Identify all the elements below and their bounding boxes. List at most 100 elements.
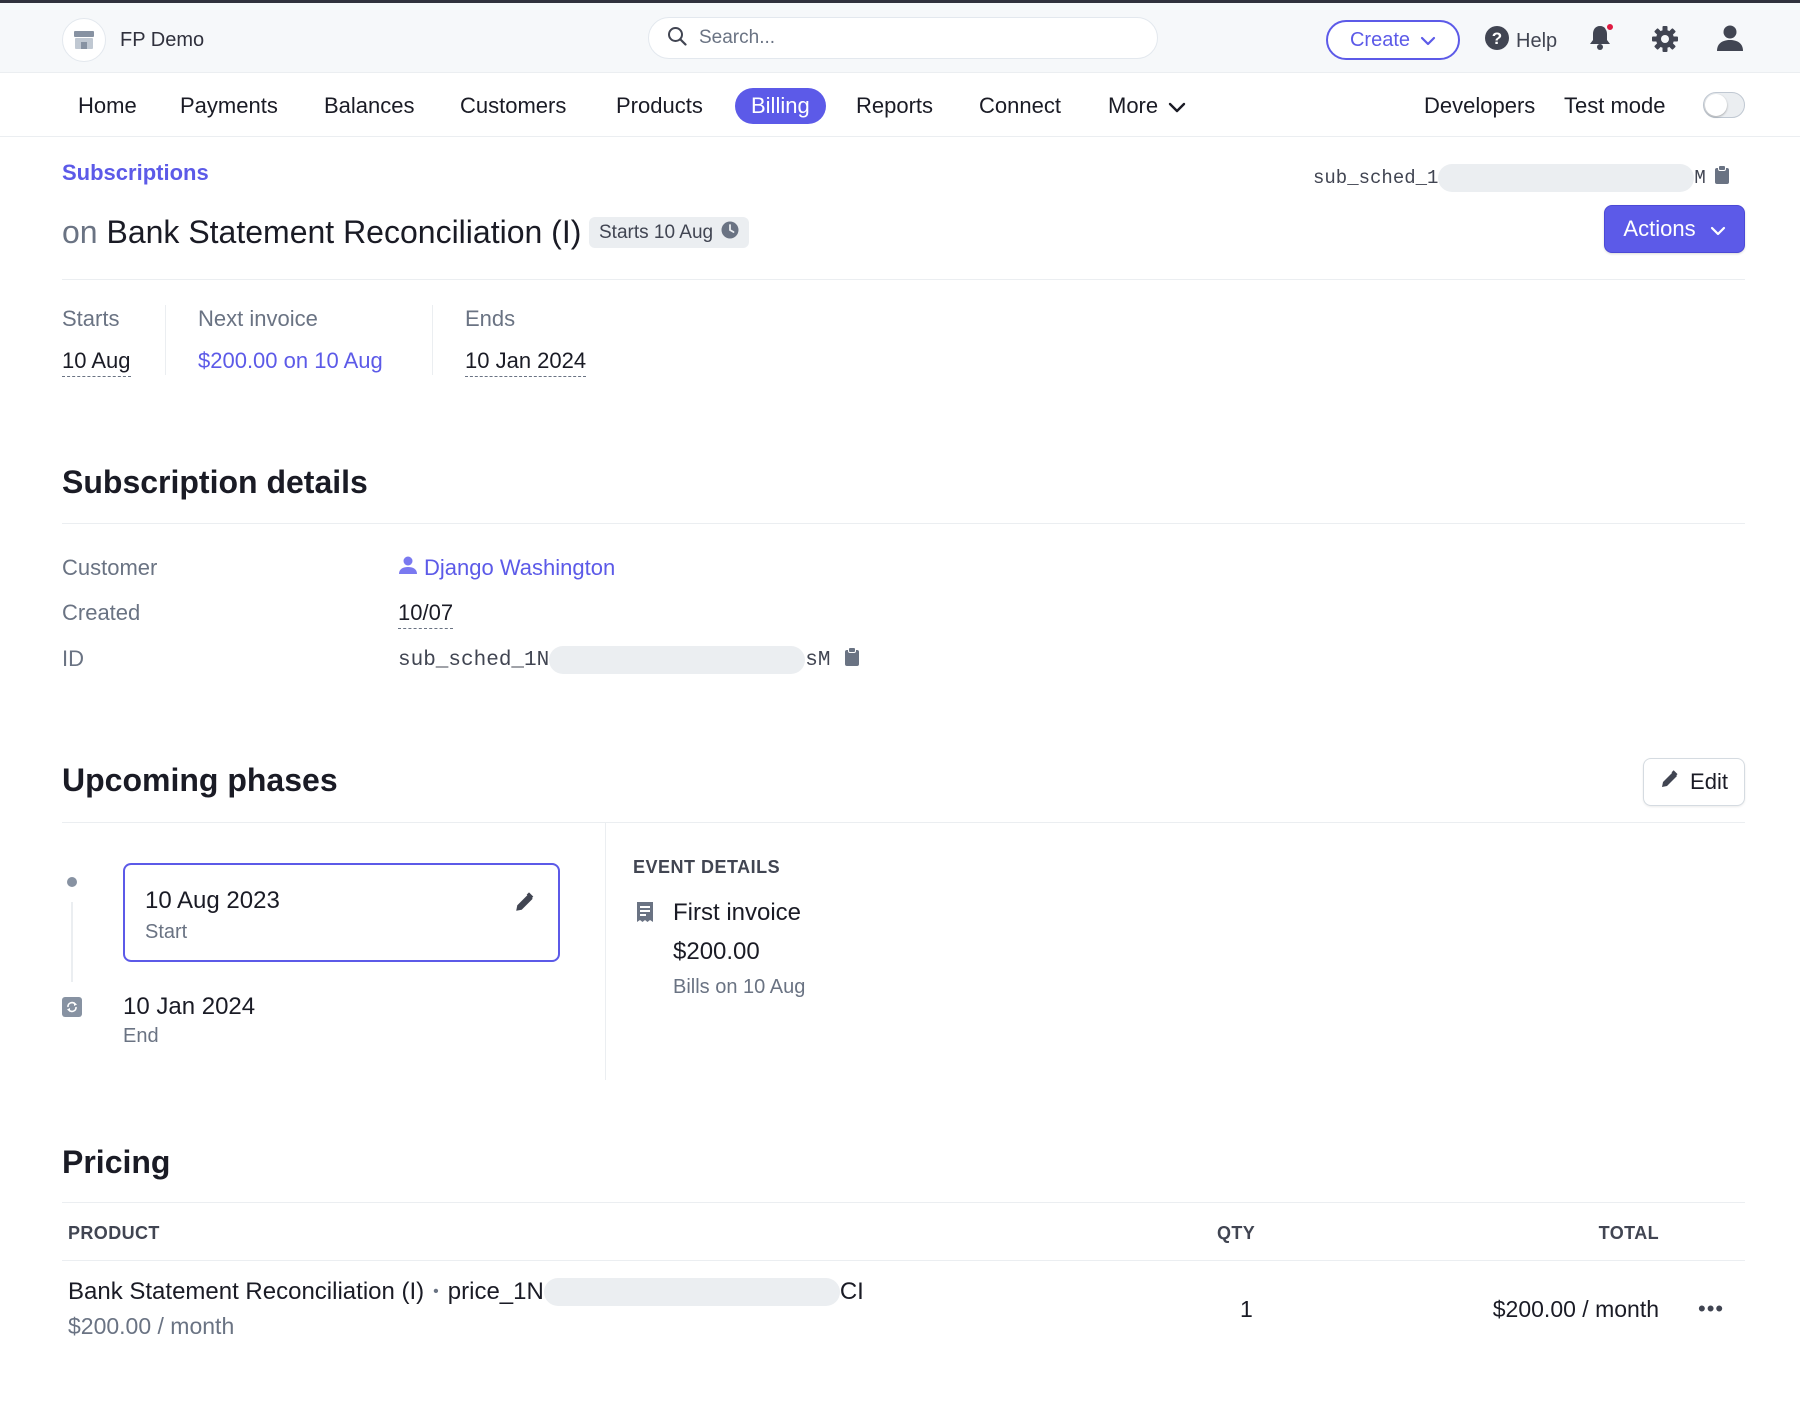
- customer-name: Django Washington: [424, 555, 616, 580]
- divider: [605, 823, 606, 1080]
- redacted-block: [543, 1278, 840, 1306]
- pencil-icon: [1660, 769, 1680, 795]
- column-header-total: TOTAL: [1598, 1223, 1659, 1243]
- nav-item-payments[interactable]: Payments: [164, 88, 294, 124]
- phase-card-start[interactable]: 10 Aug 2023 Start: [123, 863, 560, 962]
- event-title: First invoice: [673, 899, 802, 926]
- store-icon: [62, 18, 106, 62]
- nav-item-home[interactable]: Home: [62, 88, 153, 124]
- price-unit: $200.00 / month: [68, 1313, 235, 1339]
- subscription-id[interactable]: sub_sched_1N sM: [398, 646, 860, 674]
- redacted-block: [549, 646, 806, 674]
- schedule-id-suffix: M: [1694, 167, 1706, 189]
- main-nav: Home Payments Balances Customers Product…: [0, 73, 1800, 137]
- search-bar[interactable]: [648, 17, 1158, 59]
- chevron-down-icon: [1420, 29, 1436, 52]
- column-header-product: PRODUCT: [68, 1223, 160, 1243]
- divider: [432, 305, 433, 375]
- breadcrumb-subscriptions[interactable]: Subscriptions: [62, 160, 209, 186]
- starts-value[interactable]: 10 Aug: [62, 348, 131, 377]
- id-prefix: sub_sched_1N: [398, 648, 550, 672]
- pencil-icon[interactable]: [514, 891, 536, 918]
- ends-value[interactable]: 10 Jan 2024: [465, 348, 587, 377]
- section-title-pricing: Pricing: [62, 1144, 171, 1180]
- recurring-icon: [62, 997, 82, 1017]
- nav-item-more[interactable]: More: [1092, 88, 1202, 124]
- more-options-icon[interactable]: •••: [1698, 1296, 1724, 1322]
- help-label: Help: [1516, 29, 1558, 52]
- nav-item-balances[interactable]: Balances: [308, 88, 431, 124]
- svg-text:?: ?: [1492, 29, 1502, 48]
- notification-dot: [1605, 22, 1615, 32]
- search-input[interactable]: [699, 27, 1119, 49]
- title-product: Bank Statement Reconciliation (I): [106, 214, 582, 250]
- account-switcher[interactable]: FP Demo: [62, 18, 204, 62]
- test-mode-toggle[interactable]: [1703, 92, 1745, 118]
- nav-item-customers[interactable]: Customers: [444, 88, 582, 124]
- chevron-down-icon: [1710, 216, 1726, 242]
- notifications-button[interactable]: [1588, 22, 1615, 56]
- title-prefix: on: [62, 214, 98, 250]
- section-title-subscription-details: Subscription details: [62, 464, 368, 500]
- phase-start-date: 10 Aug 2023: [145, 887, 280, 914]
- starts-label: Starts: [62, 306, 120, 331]
- help-icon: ?: [1484, 25, 1510, 57]
- settings-button[interactable]: [1651, 25, 1679, 58]
- section-title-upcoming-phases: Upcoming phases: [62, 762, 338, 798]
- divider: [62, 822, 1745, 823]
- event-details-header: EVENT DETAILS: [633, 857, 781, 877]
- timeline-dot: [67, 877, 77, 887]
- timeline-line: [71, 902, 73, 982]
- created-value[interactable]: 10/07: [398, 600, 454, 629]
- ends-label: Ends: [465, 306, 516, 331]
- nav-item-billing[interactable]: Billing: [735, 88, 826, 124]
- edit-phases-button[interactable]: Edit: [1643, 758, 1745, 806]
- test-mode-label: Test mode: [1564, 93, 1666, 118]
- page-title: on Bank Statement Reconciliation (I): [62, 214, 581, 251]
- next-invoice-link[interactable]: $200.00 on 10 Aug: [198, 348, 383, 376]
- clipboard-icon[interactable]: [844, 646, 860, 674]
- create-button[interactable]: Create: [1326, 20, 1460, 60]
- summary-next-invoice: Next invoice $200.00 on 10 Aug: [198, 306, 383, 376]
- product-name: Bank Statement Reconciliation (I): [68, 1278, 425, 1305]
- event-bill-date: Bills on 10 Aug: [673, 976, 806, 998]
- nav-more-label: More: [1108, 93, 1159, 118]
- user-icon: [1716, 25, 1744, 56]
- divider: [165, 305, 166, 375]
- chevron-down-icon: [1168, 88, 1186, 124]
- nav-item-reports[interactable]: Reports: [840, 88, 949, 124]
- phase-end-date: 10 Jan 2024: [123, 993, 256, 1020]
- nav-item-products[interactable]: Products: [600, 88, 719, 124]
- price-id-prefix: price_1N: [447, 1278, 544, 1305]
- nav-item-connect[interactable]: Connect: [963, 88, 1077, 124]
- schedule-id-prefix: sub_sched_1: [1313, 167, 1439, 189]
- summary-starts: Starts 10 Aug: [62, 306, 131, 377]
- nav-item-developers[interactable]: Developers: [1408, 88, 1551, 124]
- customer-link[interactable]: Django Washington: [398, 555, 615, 581]
- profile-button[interactable]: [1716, 24, 1744, 57]
- create-label: Create: [1349, 28, 1411, 51]
- phase-end-label: End: [123, 1025, 159, 1047]
- redacted-block: [1438, 164, 1695, 192]
- divider: [62, 523, 1745, 524]
- account-name: FP Demo: [120, 28, 205, 51]
- divider: [62, 1202, 1745, 1203]
- help-button[interactable]: ? Help: [1484, 25, 1557, 57]
- toggle-knob: [1705, 94, 1727, 116]
- created-label: Created: [62, 600, 141, 625]
- invoice-icon: [635, 901, 655, 928]
- summary-ends: Ends 10 Jan 2024: [465, 306, 587, 377]
- user-icon: [398, 555, 418, 581]
- created-date: 10/07: [398, 600, 454, 629]
- next-invoice-label: Next invoice: [198, 306, 318, 331]
- status-badge: Starts 10 Aug: [589, 217, 750, 248]
- separator: •: [433, 1283, 439, 1300]
- phase-start-label: Start: [145, 921, 188, 943]
- clock-icon: [721, 221, 739, 245]
- event-amount: $200.00: [673, 938, 760, 965]
- actions-button[interactable]: Actions: [1604, 205, 1745, 253]
- top-bar: FP Demo Create ? Help: [0, 0, 1800, 73]
- id-suffix: sM: [805, 648, 831, 672]
- clipboard-icon[interactable]: [1714, 165, 1730, 191]
- schedule-id-copy[interactable]: sub_sched_1 M: [1313, 164, 1730, 192]
